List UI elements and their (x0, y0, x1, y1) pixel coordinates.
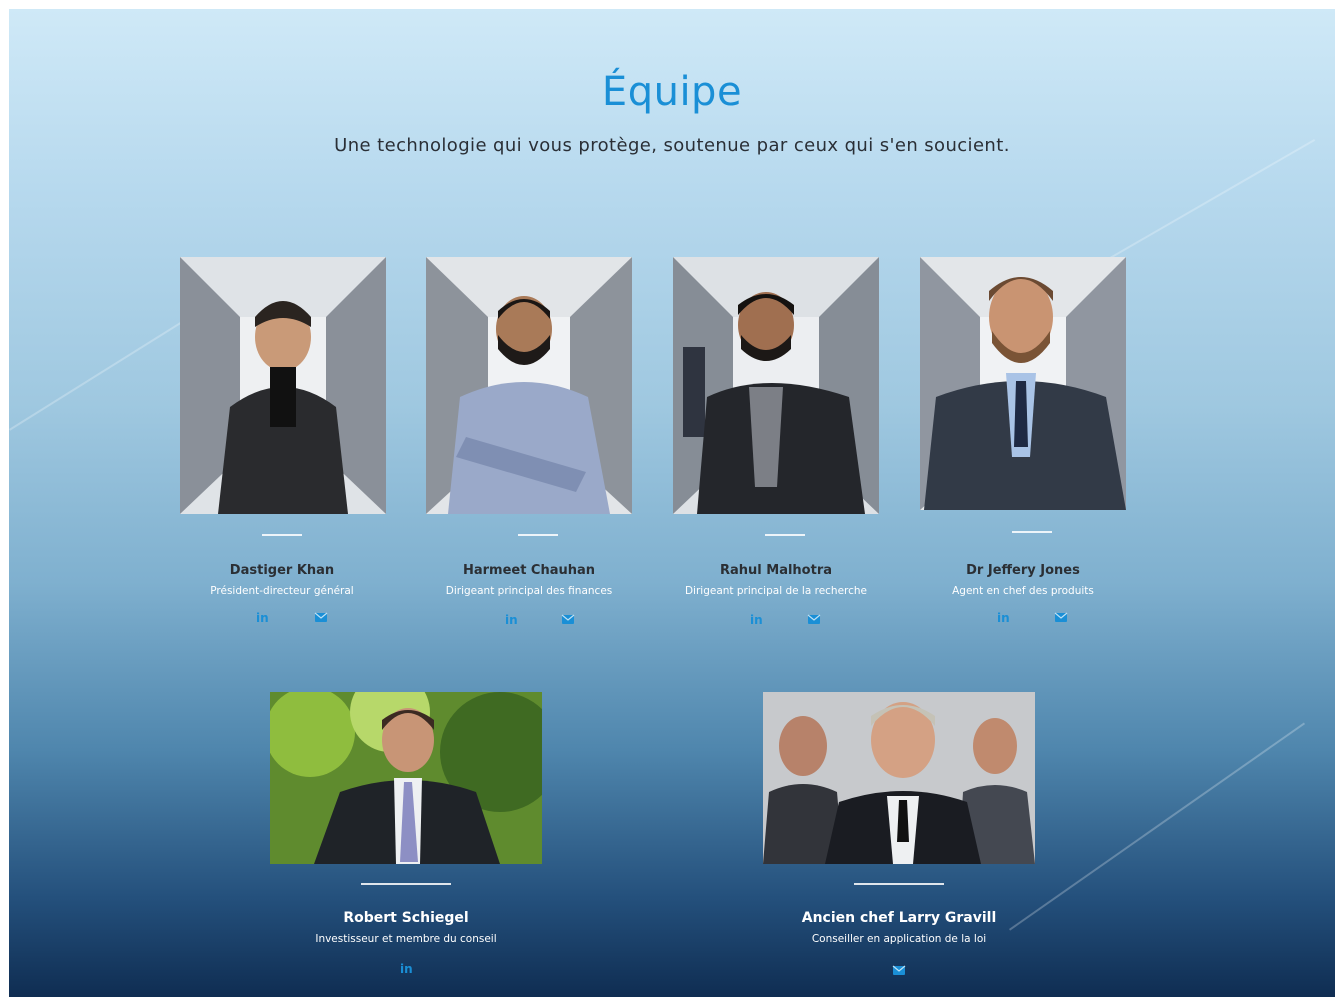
linkedin-icon[interactable]: in (749, 612, 763, 626)
team-card: Dastiger Khan Président-directeur généra… (159, 257, 405, 627)
team-member-name: Robert Schiegel (343, 910, 469, 926)
team-member-role: Dirigeant principal des finances (445, 585, 613, 597)
team-card: Rahul Malhotra Dirigeant principal de la… (653, 257, 899, 627)
linkedin-icon[interactable]: in (996, 610, 1010, 624)
svg-text:in: in (750, 613, 763, 626)
team-member-name: Harmeet Chauhan (462, 563, 596, 578)
team-member-role: Agent en chef des produits (952, 585, 1094, 597)
team-member-name: Dastiger Khan (229, 563, 335, 578)
name-divider (361, 883, 451, 885)
svg-text:in: in (400, 962, 413, 975)
team-card: Robert Schiegel Investisseur et membre d… (256, 692, 556, 975)
linkedin-icon[interactable]: in (255, 610, 269, 624)
email-icon[interactable] (892, 963, 906, 977)
email-icon[interactable] (314, 610, 328, 624)
email-icon[interactable] (807, 612, 821, 626)
team-member-role: Investisseur et membre du conseil (315, 933, 497, 945)
team-member-role: Conseiller en application de la loi (811, 933, 987, 945)
team-photo (763, 692, 1035, 864)
team-member-name: Ancien chef Larry Gravill (801, 910, 997, 926)
email-icon[interactable] (561, 612, 575, 626)
name-divider (518, 534, 558, 536)
email-icon[interactable] (1054, 610, 1068, 624)
team-card: Harmeet Chauhan Dirigeant principal des … (406, 257, 652, 627)
team-member-name: Rahul Malhotra (719, 563, 833, 578)
team-photo (426, 257, 632, 514)
section-subtitle: Une technologie qui vous protège, souten… (334, 135, 1010, 156)
svg-text:in: in (997, 611, 1010, 624)
name-divider (765, 534, 805, 536)
team-section: Équipe Une technologie qui vous protège,… (9, 9, 1335, 997)
background-streak (1009, 722, 1306, 931)
background-streak (1089, 139, 1316, 271)
team-member-role: Président-directeur général (210, 585, 354, 597)
team-photo (270, 692, 542, 864)
team-card: Dr Jeffery Jones Agent en chef des produ… (900, 257, 1146, 627)
svg-text:in: in (256, 611, 269, 624)
team-member-role: Dirigeant principal de la recherche (684, 585, 868, 597)
linkedin-icon[interactable]: in (399, 961, 413, 975)
linkedin-icon[interactable]: in (504, 612, 518, 626)
name-divider (262, 534, 302, 536)
team-card: Ancien chef Larry Gravill Conseiller en … (749, 692, 1049, 975)
name-divider (1012, 531, 1052, 533)
team-member-name: Dr Jeffery Jones (966, 563, 1080, 578)
team-photo (673, 257, 879, 514)
section-title: Équipe (601, 69, 743, 115)
team-photo (180, 257, 386, 514)
team-photo (920, 257, 1126, 510)
name-divider (854, 883, 944, 885)
svg-text:in: in (505, 613, 518, 626)
